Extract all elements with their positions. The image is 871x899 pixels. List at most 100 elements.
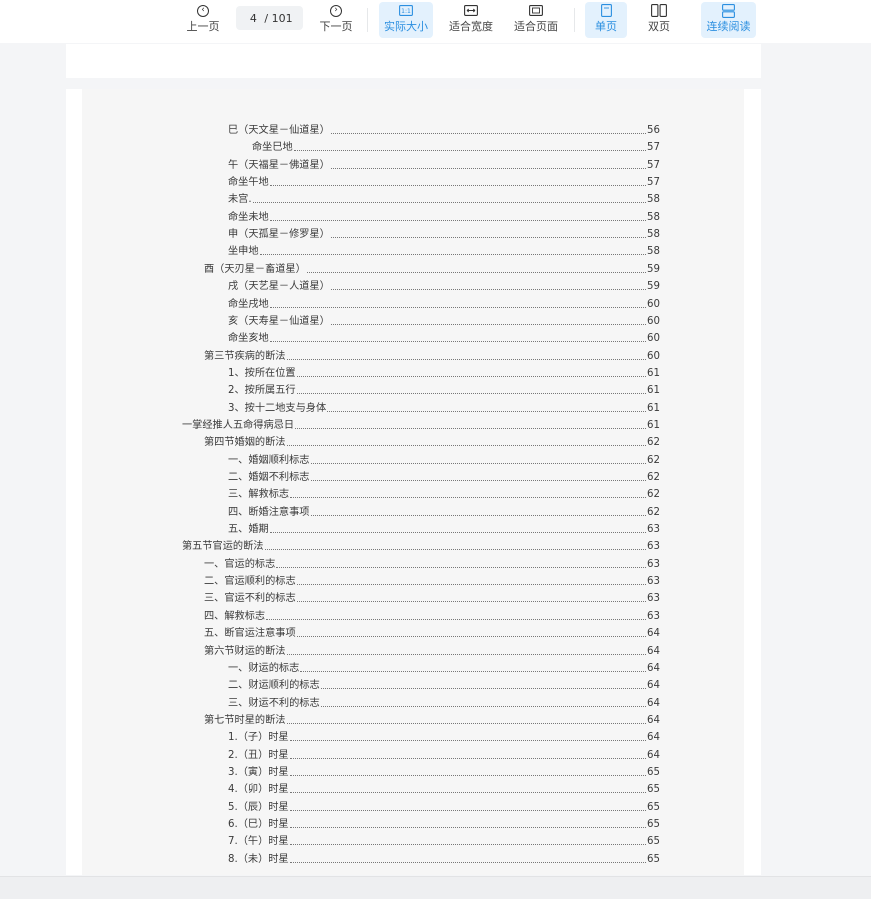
toc-entry[interactable]: 四、解救标志 63 — [204, 609, 660, 624]
toc-leader-dots — [289, 861, 647, 863]
toc-entry[interactable]: 1.（子）时星 64 — [228, 730, 660, 745]
toc-entry-page: 60 — [647, 333, 660, 345]
toc-entry-title: 五、婚期 — [228, 524, 269, 536]
toc-entry-page: 57 — [647, 159, 660, 171]
toc-leader-dots — [289, 844, 647, 846]
toc-entry-page: 60 — [647, 350, 660, 362]
fit-page-button[interactable]: 适合页面 — [509, 2, 563, 38]
next-page-button[interactable]: › 下一页 — [316, 2, 356, 38]
toc-entry[interactable]: 五、断官运注意事项 64 — [204, 626, 660, 641]
toc-leader-dots — [330, 133, 647, 134]
toc-leader-dots — [289, 792, 647, 794]
toc-entry[interactable]: 第四节婚姻的断法 62 — [204, 435, 660, 450]
page-number-input[interactable] — [246, 11, 261, 25]
toc-entry-page: 63 — [647, 593, 660, 605]
toc-leader-dots — [269, 219, 647, 221]
toc-leader-dots — [269, 341, 647, 343]
toc-entry-page: 61 — [647, 385, 660, 397]
double-page-label: 双页 — [648, 20, 670, 33]
toc-entry[interactable]: 第六节财运的断法 64 — [204, 644, 660, 659]
viewer-toolbar: ‹ 上一页 / 101 › 下一页 1:1 实际大小 适合宽度 — [0, 0, 871, 43]
prev-page-button[interactable]: ‹ 上一页 — [183, 2, 223, 38]
toc-entry-page: 58 — [647, 246, 660, 258]
toc-entry-title: 3、按十二地支与身体 — [228, 402, 327, 414]
toc-entry[interactable]: 一掌经推人五命得病忌日 61 — [182, 418, 660, 433]
toc-entry[interactable]: 五、婚期 63 — [228, 522, 660, 537]
toc-entry-title: 4.（卯）时星 — [228, 784, 289, 796]
toc-entry[interactable]: 2、按所属五行 61 — [228, 383, 660, 398]
continuous-read-button[interactable]: 连续阅读 — [701, 2, 756, 38]
toc-entry[interactable]: 戌（天艺星－人道星） 59 — [228, 279, 660, 294]
toc-entry-page: 62 — [647, 489, 660, 501]
horizontal-scrollbar[interactable] — [0, 876, 871, 899]
toc-entry[interactable]: 三、官运不利的标志 63 — [204, 591, 660, 606]
toc-entry-page: 58 — [647, 211, 660, 223]
toc-entry[interactable]: 6.（巳）时星 65 — [228, 817, 660, 832]
toc-entry[interactable]: 二、财运顺利的标志 64 — [228, 678, 660, 693]
toc-entry-title: 坐申地 — [228, 246, 259, 258]
toc-entry-title: 未宫. — [228, 194, 252, 206]
toc-leader-dots — [289, 740, 647, 742]
toc-entry-page: 61 — [647, 367, 660, 379]
toc-entry-title: 命坐未地 — [228, 211, 269, 223]
toc-entry[interactable]: 第七节时星的断法 64 — [204, 713, 660, 728]
toc-entry[interactable]: 亥（天寿星－仙道星） 60 — [228, 314, 660, 329]
toc-entry[interactable]: 二、官运顺利的标志 63 — [204, 574, 660, 589]
toc-entry[interactable]: 2.（丑）时星 64 — [228, 748, 660, 763]
toc-entry-page: 64 — [647, 662, 660, 674]
toc-leader-dots — [310, 462, 647, 464]
toc-entry[interactable]: 午（天福星－佛道星） 57 — [228, 158, 660, 173]
toc-entry[interactable]: 酉（天刃星－畜道星） 59 — [204, 262, 660, 277]
fit-width-icon — [464, 5, 478, 16]
toc-entry[interactable]: 一、婚姻顺利标志 62 — [228, 453, 660, 468]
toc-entry[interactable]: 8.（未）时星 65 — [228, 852, 660, 867]
toc-entry-page: 57 — [647, 177, 660, 189]
toc-entry-page: 63 — [647, 558, 660, 570]
toc-entry[interactable]: 坐申地 58 — [228, 244, 660, 259]
toc-entry[interactable]: 一、财运的标志 64 — [228, 661, 660, 676]
double-page-button[interactable]: 双页 — [638, 2, 680, 38]
prev-page-label: 上一页 — [186, 20, 220, 33]
toc-entry[interactable]: 三、解救标志 62 — [228, 487, 660, 502]
toc-entry[interactable]: 四、断婚注意事项 62 — [228, 505, 660, 520]
toc-entry[interactable]: 3、按十二地支与身体 61 — [228, 401, 660, 416]
toc-entry[interactable]: 申（天孤星－修罗星） 58 — [228, 227, 660, 242]
actual-size-button[interactable]: 1:1 实际大小 — [379, 2, 433, 38]
toc-entry-title: 3.（寅）时星 — [228, 766, 289, 778]
toc-entry[interactable]: 7.（午）时星 65 — [228, 834, 660, 849]
toc-entry[interactable]: 三、财运不利的标志 64 — [228, 696, 660, 711]
toc-leader-dots — [330, 289, 647, 291]
toc-leader-dots — [296, 636, 647, 638]
toc-entry-page: 60 — [647, 315, 660, 327]
toc-entry[interactable]: 第五节官运的断法 63 — [182, 539, 660, 554]
toc-leader-dots — [293, 150, 647, 152]
toc-leader-dots — [296, 375, 647, 377]
toc-entry-page: 63 — [647, 576, 660, 588]
toc-entry[interactable]: 命坐亥地 60 — [228, 331, 660, 346]
toc-entry-title: 五、断官运注意事项 — [204, 628, 296, 640]
toc-entry-page: 65 — [647, 853, 660, 865]
toc-entry-page: 62 — [647, 472, 660, 483]
toc-entry[interactable]: 未宫. 58 — [228, 192, 660, 207]
toc-entry-title: 第六节财运的断法 — [204, 645, 286, 657]
actual-size-label: 实际大小 — [384, 20, 428, 33]
toc-entry[interactable]: 4.（卯）时星 65 — [228, 782, 660, 797]
toc-entry[interactable]: 第三节疾病的断法 60 — [204, 349, 660, 364]
toc-entry[interactable]: 5.（辰）时星 65 — [228, 800, 660, 815]
toc-leader-dots — [306, 271, 647, 273]
single-page-button[interactable]: 单页 — [585, 2, 627, 38]
fit-width-button[interactable]: 适合宽度 — [444, 2, 498, 38]
toc-entry[interactable]: 命坐午地 57 — [228, 175, 660, 190]
toc-entry[interactable]: 巳（天文星－仙道星） 56 — [228, 123, 660, 138]
toc-leader-dots — [330, 237, 647, 239]
toc-leader-dots — [286, 358, 647, 360]
toc-entry[interactable]: 1、按所在位置 61 — [228, 366, 660, 381]
toc-leader-dots — [276, 566, 647, 568]
toc-entry[interactable]: 命坐未地 58 — [228, 210, 660, 225]
toc-entry[interactable]: 3.（寅）时星 65 — [228, 765, 660, 780]
toc-leader-dots — [269, 532, 647, 534]
toc-entry[interactable]: 命坐戌地 60 — [228, 297, 660, 312]
toc-entry[interactable]: 二、婚姻不利标志 62 — [228, 470, 660, 485]
toc-entry[interactable]: 命坐巳地 57 — [252, 140, 660, 155]
toc-entry[interactable]: 一、官运的标志 63 — [204, 557, 660, 572]
